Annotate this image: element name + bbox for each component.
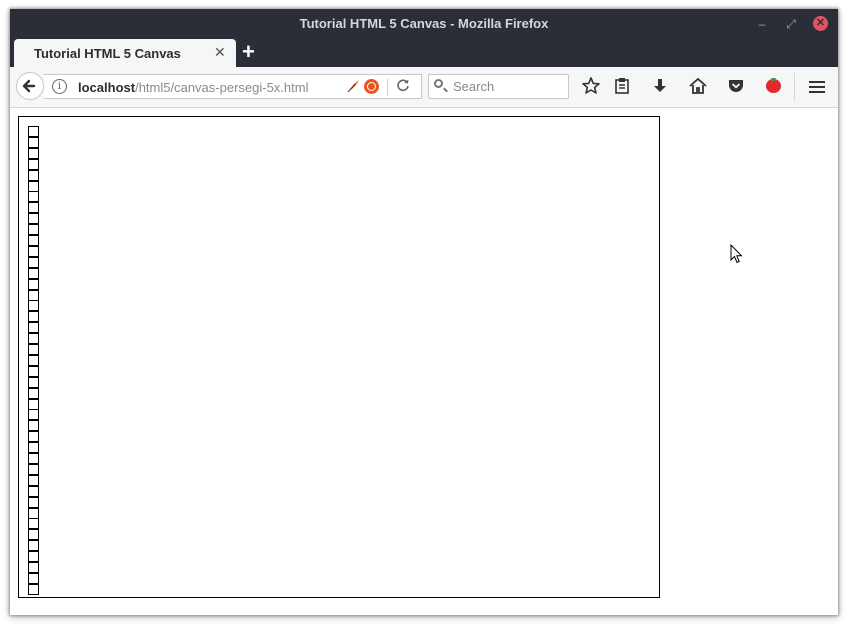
canvas-square <box>28 256 39 268</box>
download-icon[interactable] <box>649 75 671 97</box>
canvas-square <box>28 398 39 410</box>
canvas-square <box>28 551 39 563</box>
menu-bar-line <box>809 91 825 93</box>
canvas-square <box>28 333 39 345</box>
canvas-square <box>28 213 39 225</box>
tab-close-icon[interactable]: ✕ <box>214 44 226 61</box>
canvas-square <box>28 485 39 497</box>
tab-active[interactable]: Tutorial HTML 5 Canvas ✕ <box>14 39 236 67</box>
tomato-extension-icon[interactable] <box>762 75 784 97</box>
canvas-square <box>28 202 39 214</box>
canvas-square <box>28 442 39 454</box>
clipboard-icon[interactable] <box>611 75 633 97</box>
canvas-square <box>28 474 39 486</box>
canvas-square <box>28 583 39 595</box>
canvas-square <box>28 409 39 421</box>
canvas-square <box>28 245 39 257</box>
canvas-square <box>28 224 39 236</box>
ubuntu-extension-icon[interactable] <box>364 79 379 94</box>
feather-extension-icon[interactable] <box>346 79 360 96</box>
tab-label: Tutorial HTML 5 Canvas <box>34 46 181 61</box>
canvas-square <box>28 191 39 203</box>
tomato-icon <box>766 78 781 93</box>
url-host: localhost <box>78 80 136 95</box>
home-icon[interactable] <box>687 75 709 97</box>
canvas-square <box>28 278 39 290</box>
canvas-square <box>28 431 39 443</box>
canvas-square <box>28 300 39 312</box>
canvas-square <box>28 158 39 170</box>
html5-canvas[interactable] <box>18 116 660 598</box>
canvas-square <box>28 322 39 334</box>
canvas-square <box>28 572 39 584</box>
canvas-square <box>28 136 39 148</box>
menu-bar-line <box>809 86 825 88</box>
canvas-square <box>28 376 39 388</box>
canvas-square <box>28 180 39 192</box>
new-tab-button[interactable]: + <box>242 40 255 64</box>
url-bar[interactable]: i localhost/html5/canvas-persegi-5x.html <box>44 74 422 99</box>
tab-strip: Tutorial HTML 5 Canvas ✕ + <box>10 39 838 67</box>
bookmark-star-icon[interactable] <box>580 75 602 97</box>
canvas-square <box>28 289 39 301</box>
url-path: /html5/canvas-persegi-5x.html <box>135 80 309 95</box>
canvas-square <box>28 365 39 377</box>
canvas-square <box>28 453 39 464</box>
canvas-square <box>28 496 39 508</box>
canvas-square <box>28 518 39 530</box>
reload-icon[interactable] <box>396 78 410 95</box>
toolbar-separator <box>794 73 795 101</box>
menu-bar-line <box>809 81 825 83</box>
pocket-icon[interactable] <box>725 75 747 97</box>
browser-window: Tutorial HTML 5 Canvas - Mozilla Firefox… <box>10 9 838 615</box>
url-separator <box>387 79 388 96</box>
close-window-button[interactable]: ✕ <box>813 16 828 31</box>
canvas-square <box>28 354 39 366</box>
url-text[interactable]: localhost/html5/canvas-persegi-5x.html <box>78 80 308 95</box>
canvas-square <box>28 344 39 355</box>
canvas-square <box>28 420 39 432</box>
mouse-cursor-icon <box>730 243 744 269</box>
canvas-square <box>28 387 39 399</box>
info-icon[interactable]: i <box>52 79 67 94</box>
title-bar: Tutorial HTML 5 Canvas - Mozilla Firefox… <box>10 9 838 39</box>
window-title: Tutorial HTML 5 Canvas - Mozilla Firefox <box>299 16 549 31</box>
canvas-square <box>28 507 39 519</box>
canvas-square <box>28 529 39 541</box>
navigation-toolbar: i localhost/html5/canvas-persegi-5x.html <box>10 67 838 108</box>
search-icon <box>434 79 443 88</box>
maximize-button[interactable]: ⤢ <box>783 16 799 32</box>
canvas-square <box>28 311 39 323</box>
canvas-square <box>28 126 39 137</box>
canvas-square <box>28 463 39 475</box>
menu-icon[interactable] <box>806 75 828 97</box>
search-bar[interactable] <box>428 74 569 99</box>
canvas-square <box>28 169 39 181</box>
page-content <box>10 108 838 615</box>
canvas-square <box>28 540 39 552</box>
back-button[interactable] <box>16 72 44 100</box>
minimize-button[interactable]: – <box>754 16 770 32</box>
back-icon <box>22 79 36 93</box>
search-input[interactable] <box>453 77 563 95</box>
canvas-square <box>28 562 39 573</box>
canvas-square <box>28 235 39 246</box>
canvas-square <box>28 267 39 279</box>
canvas-square <box>28 147 39 159</box>
